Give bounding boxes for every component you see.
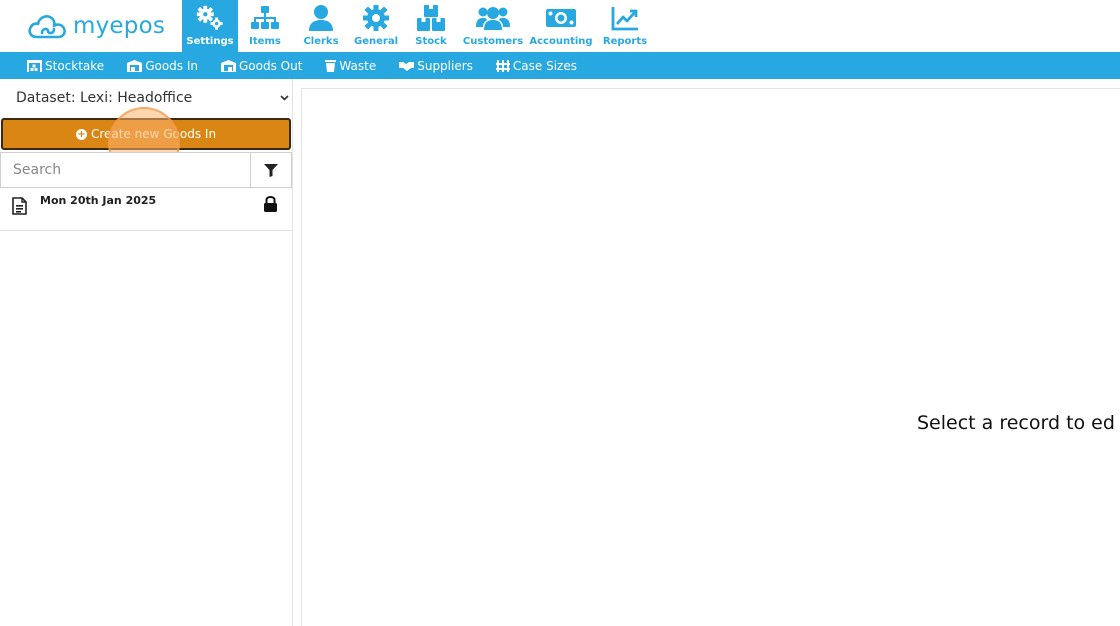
subnav-label-waste: Waste xyxy=(339,58,377,73)
create-goods-in-button[interactable]: + Create new Goods In xyxy=(1,118,291,150)
records-sidebar: Dataset: Lexi: Headoffice + Create new G… xyxy=(0,79,293,626)
document-icon xyxy=(12,197,27,215)
brand-name: myepos xyxy=(73,13,166,39)
nav-item-reports[interactable]: Reports xyxy=(596,0,654,52)
gear-icon xyxy=(361,4,391,32)
nav-item-accounting[interactable]: Accounting xyxy=(526,0,596,52)
user-icon xyxy=(306,4,336,32)
subnav-item-case-sizes[interactable]: Case Sizes xyxy=(495,58,577,73)
lock-icon xyxy=(264,196,277,212)
gears-icon xyxy=(195,4,225,32)
nav-label-items: Items xyxy=(249,36,281,47)
search-input[interactable] xyxy=(1,153,251,187)
warehouse-icon xyxy=(27,59,42,72)
top-navbar: myepos Settings Items Clerks General Sto… xyxy=(0,0,1120,52)
subnav-label-goods-out: Goods Out xyxy=(239,58,303,73)
nav-label-general: General xyxy=(354,36,398,47)
money-icon xyxy=(544,4,578,32)
search-bar xyxy=(0,152,292,188)
empty-state-message: Select a record to ed xyxy=(917,412,1115,434)
nav-label-settings: Settings xyxy=(186,36,234,47)
users-icon xyxy=(475,4,511,32)
handshake-icon xyxy=(399,61,415,71)
main-nav: Settings Items Clerks General Stock Cust… xyxy=(182,0,654,52)
subnav-item-waste[interactable]: Waste xyxy=(325,59,376,73)
dataset-select[interactable]: Dataset: Lexi: Headoffice xyxy=(0,79,293,117)
truck-out-icon xyxy=(221,59,236,72)
filter-icon xyxy=(264,163,278,177)
record-date: Mon 20th Jan 2025 xyxy=(40,194,157,207)
nav-item-items[interactable]: Items xyxy=(238,0,292,52)
chart-line-icon xyxy=(610,4,640,32)
nav-item-general[interactable]: General xyxy=(350,0,402,52)
subnav-item-stocktake[interactable]: Stocktake xyxy=(27,59,104,73)
subnav-item-goods-out[interactable]: Goods Out xyxy=(221,59,302,73)
subnav-label-case-sizes: Case Sizes xyxy=(512,58,577,73)
detail-pane: Select a record to ed xyxy=(301,88,1120,626)
nav-label-accounting: Accounting xyxy=(529,36,593,47)
brand-logo[interactable]: myepos xyxy=(27,8,165,44)
nav-item-stock[interactable]: Stock xyxy=(402,0,460,52)
subnav-item-goods-in[interactable]: Goods In xyxy=(127,59,198,73)
trash-icon xyxy=(325,59,337,72)
subnav-label-goods-in: Goods In xyxy=(145,58,198,73)
cloud-logo-icon xyxy=(28,15,66,39)
chevron-down-icon xyxy=(280,95,289,101)
filter-button[interactable] xyxy=(251,153,291,187)
nav-label-clerks: Clerks xyxy=(303,36,339,47)
list-item[interactable]: Mon 20th Jan 2025 xyxy=(0,189,292,231)
nav-item-customers[interactable]: Customers xyxy=(460,0,526,52)
dataset-label: Dataset: Lexi: Headoffice xyxy=(16,90,193,106)
subnav-label-stocktake: Stocktake xyxy=(45,58,105,73)
truck-in-icon xyxy=(127,59,143,72)
subnav-label-suppliers: Suppliers xyxy=(417,58,473,73)
nav-label-stock: Stock xyxy=(415,36,447,47)
plus-circle-icon: + xyxy=(75,128,87,140)
sitemap-icon xyxy=(250,4,280,32)
boxes-icon xyxy=(416,4,446,32)
nav-label-customers: Customers xyxy=(462,36,524,47)
nav-item-settings[interactable]: Settings xyxy=(182,0,238,52)
pallet-icon xyxy=(495,59,510,72)
nav-label-reports: Reports xyxy=(602,36,648,47)
nav-item-clerks[interactable]: Clerks xyxy=(292,0,350,52)
subnav-item-suppliers[interactable]: Suppliers xyxy=(399,59,473,73)
create-goods-in-label: Create new Goods In xyxy=(90,127,217,141)
sub-navbar: Stocktake Goods In Goods Out Waste Suppl… xyxy=(0,52,1120,79)
